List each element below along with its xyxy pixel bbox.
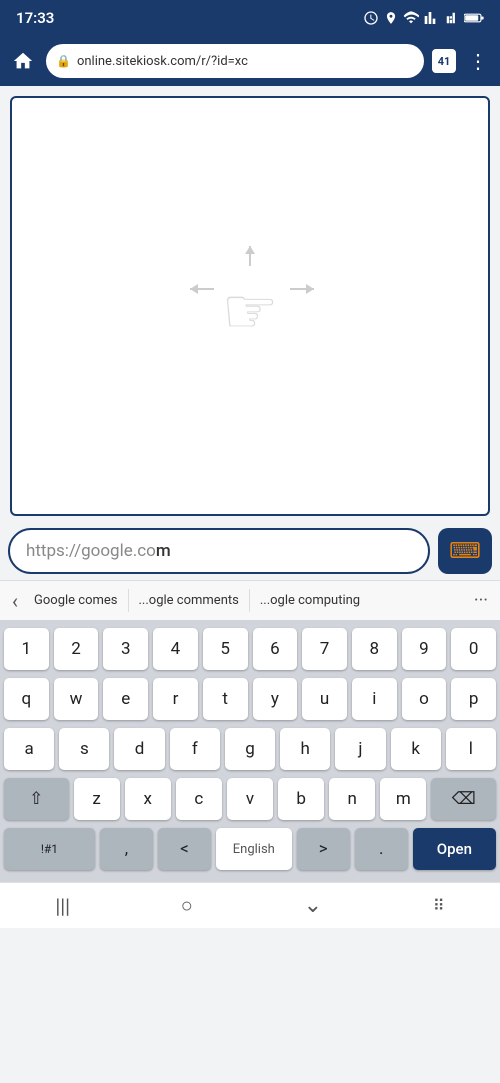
ac-suggestion-2[interactable]: ...ogle comments xyxy=(129,589,250,612)
key-s[interactable]: s xyxy=(59,728,109,770)
key-t[interactable]: t xyxy=(203,678,248,720)
arrow-left xyxy=(190,288,214,290)
hand-gesture: ☞ xyxy=(221,274,278,349)
key-r[interactable]: r xyxy=(153,678,198,720)
key-i[interactable]: i xyxy=(352,678,397,720)
key-9[interactable]: 9 xyxy=(402,628,447,670)
signal-icon xyxy=(424,10,440,26)
key-5[interactable]: 5 xyxy=(203,628,248,670)
nav-home-button[interactable]: ○ xyxy=(165,885,209,926)
tab-count[interactable]: 41 xyxy=(432,49,456,73)
url-input-row: https://google.com ⌨ xyxy=(0,522,500,580)
url-bar[interactable]: 🔒 online.sitekiosk.com/r/?id=xc xyxy=(46,44,424,78)
nav-down-button[interactable]: ⌄ xyxy=(288,885,338,926)
ac-suggestion-1[interactable]: Google comes xyxy=(24,589,128,612)
home-button[interactable] xyxy=(8,46,38,76)
lock-icon: 🔒 xyxy=(56,54,71,68)
url-text: online.sitekiosk.com/r/?id=xc xyxy=(77,54,248,69)
keyboard-icon: ⌨ xyxy=(449,538,481,564)
alarm-icon xyxy=(363,10,379,26)
bottom-row: !#1 , < English > . Open xyxy=(4,828,496,870)
key-a[interactable]: a xyxy=(4,728,54,770)
key-x[interactable]: x xyxy=(125,778,171,820)
key-k[interactable]: k xyxy=(391,728,441,770)
key-n[interactable]: n xyxy=(329,778,375,820)
url-input-field[interactable]: https://google.com xyxy=(8,528,430,574)
key-g[interactable]: g xyxy=(225,728,275,770)
key-space[interactable]: English xyxy=(216,828,292,870)
key-c[interactable]: c xyxy=(176,778,222,820)
location-icon xyxy=(384,11,398,25)
browser-chrome: 🔒 online.sitekiosk.com/r/?id=xc 41 ⋮ xyxy=(0,36,500,86)
nav-back-button[interactable]: ||| xyxy=(39,886,86,926)
key-7[interactable]: 7 xyxy=(302,628,347,670)
key-1[interactable]: 1 xyxy=(4,628,49,670)
key-u[interactable]: u xyxy=(302,678,347,720)
key-p[interactable]: p xyxy=(451,678,496,720)
qwerty-row: q w e r t y u i o p xyxy=(4,678,496,720)
key-4[interactable]: 4 xyxy=(153,628,198,670)
key-l[interactable]: l xyxy=(446,728,496,770)
keyboard: 1 2 3 4 5 6 7 8 9 0 q w e r t y u i o p … xyxy=(0,620,500,882)
key-b[interactable]: b xyxy=(278,778,324,820)
key-j[interactable]: j xyxy=(335,728,385,770)
ac-more-button[interactable]: ··· xyxy=(468,590,494,611)
nav-bar: ||| ○ ⌄ ⠿ xyxy=(0,882,500,928)
battery-icon xyxy=(464,11,484,25)
autocomplete-bar: ‹ Google comes ...ogle comments ...ogle … xyxy=(0,580,500,620)
key-shift[interactable]: ⇧ xyxy=(4,778,69,820)
key-3[interactable]: 3 xyxy=(103,628,148,670)
key-8[interactable]: 8 xyxy=(352,628,397,670)
key-o[interactable]: o xyxy=(402,678,447,720)
ac-arrow-left[interactable]: ‹ xyxy=(6,589,24,613)
sim-icon xyxy=(445,11,459,25)
key-arrow-left[interactable]: < xyxy=(158,828,211,870)
asdf-row: a s d f g h j k l xyxy=(4,728,496,770)
url-typed-char: m xyxy=(156,541,171,561)
key-d[interactable]: d xyxy=(114,728,164,770)
home-icon xyxy=(12,50,34,72)
key-q[interactable]: q xyxy=(4,678,49,720)
key-w[interactable]: w xyxy=(54,678,99,720)
gesture-icon: ☞ xyxy=(200,246,300,366)
key-0[interactable]: 0 xyxy=(451,628,496,670)
wifi-icon xyxy=(403,10,419,26)
arrow-right xyxy=(290,288,314,290)
key-period[interactable]: . xyxy=(355,828,408,870)
key-comma[interactable]: , xyxy=(100,828,153,870)
status-time: 17:33 xyxy=(16,9,54,27)
key-arrow-right[interactable]: > xyxy=(297,828,350,870)
status-bar: 17:33 xyxy=(0,0,500,36)
key-2[interactable]: 2 xyxy=(54,628,99,670)
key-h[interactable]: h xyxy=(280,728,330,770)
key-6[interactable]: 6 xyxy=(253,628,298,670)
key-e[interactable]: e xyxy=(103,678,148,720)
webpage-area: ☞ xyxy=(10,96,490,516)
key-m[interactable]: m xyxy=(380,778,426,820)
url-prefix: https://google.co xyxy=(26,541,156,561)
key-f[interactable]: f xyxy=(170,728,220,770)
key-y[interactable]: y xyxy=(253,678,298,720)
status-icons xyxy=(363,10,484,26)
number-row: 1 2 3 4 5 6 7 8 9 0 xyxy=(4,628,496,670)
key-v[interactable]: v xyxy=(227,778,273,820)
key-z[interactable]: z xyxy=(74,778,120,820)
key-open[interactable]: Open xyxy=(413,828,496,870)
arrow-up xyxy=(249,246,251,266)
key-backspace[interactable]: ⌫ xyxy=(431,778,496,820)
key-sym[interactable]: !#1 xyxy=(4,828,95,870)
keyboard-toggle-button[interactable]: ⌨ xyxy=(438,528,492,574)
nav-grid-button[interactable]: ⠿ xyxy=(417,888,461,923)
ac-suggestion-3[interactable]: ...ogle computing xyxy=(250,589,370,612)
autocomplete-suggestions: Google comes ...ogle comments ...ogle co… xyxy=(24,589,468,612)
zxcv-row: ⇧ z x c v b n m ⌫ xyxy=(4,778,496,820)
more-menu-button[interactable]: ⋮ xyxy=(464,45,492,77)
